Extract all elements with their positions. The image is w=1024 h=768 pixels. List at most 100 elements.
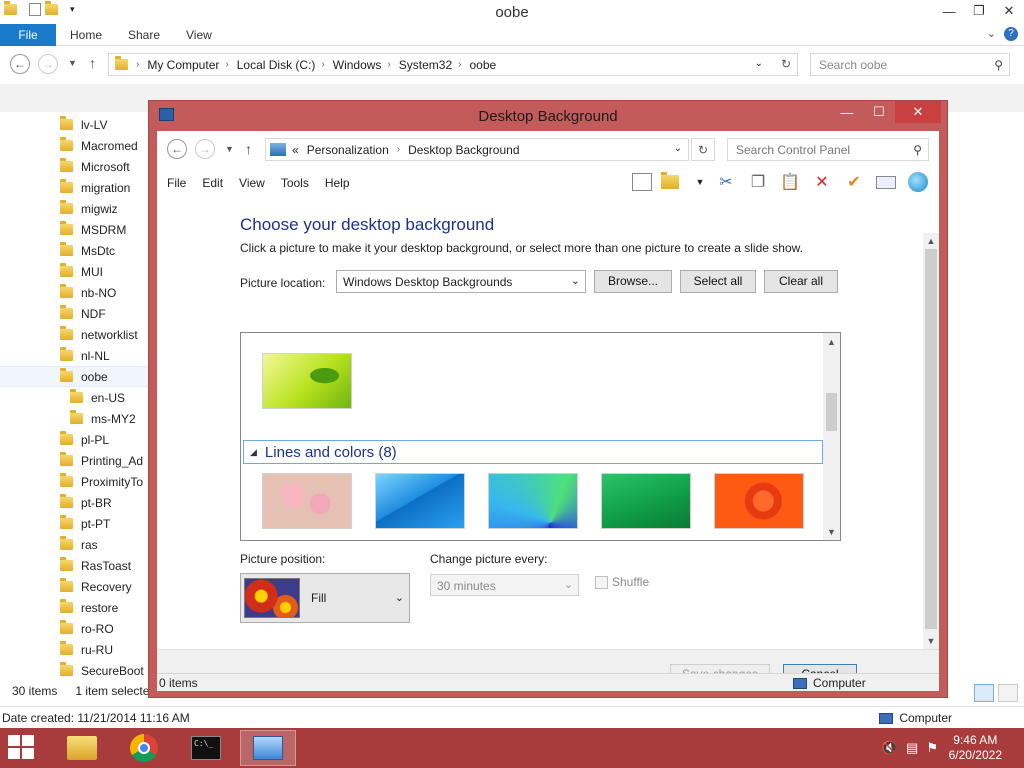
- wallpaper-thumbnail-pink[interactable]: [262, 473, 352, 529]
- folder-item[interactable]: Recovery: [0, 576, 148, 597]
- folder-item[interactable]: MSDRM: [0, 219, 148, 240]
- up-icon[interactable]: ↑: [89, 55, 96, 71]
- scroll-thumb[interactable]: [826, 393, 837, 431]
- folder-item[interactable]: migration: [0, 177, 148, 198]
- control-panel-search-input[interactable]: Search Control Panel ⚲: [727, 138, 929, 161]
- properties-icon[interactable]: [875, 171, 897, 193]
- back-button[interactable]: ←: [10, 54, 30, 74]
- breadcrumb-item[interactable]: System32: [399, 58, 452, 72]
- close-icon[interactable]: ✕: [994, 0, 1024, 22]
- folder-item[interactable]: pt-BR: [0, 492, 148, 513]
- check-icon[interactable]: ✔: [843, 171, 865, 193]
- tab-home[interactable]: Home: [70, 28, 102, 42]
- folder-item[interactable]: MUI: [0, 261, 148, 282]
- wallpaper-thumbnail-blue-petals[interactable]: [488, 473, 578, 529]
- maximize-icon[interactable]: ☐: [863, 101, 895, 123]
- browse-button[interactable]: Browse...: [594, 270, 672, 293]
- folder-item[interactable]: nb-NO: [0, 282, 148, 303]
- wallpaper-thumbnail-blue-lines[interactable]: [375, 473, 465, 529]
- picture-location-select[interactable]: Windows Desktop Backgrounds ⌄: [336, 270, 586, 293]
- close-icon[interactable]: ✕: [895, 101, 941, 123]
- scroll-up-icon[interactable]: ▲: [923, 233, 939, 249]
- start-button[interactable]: [8, 735, 36, 761]
- forward-button[interactable]: →: [38, 54, 58, 74]
- layout-pane-icon[interactable]: [631, 171, 653, 193]
- folder-item[interactable]: ms-MY2: [0, 408, 148, 429]
- dialog-address-bar[interactable]: « Personalization › Desktop Background ⌄: [265, 138, 689, 161]
- folder-item[interactable]: pl-PL: [0, 429, 148, 450]
- checkbox-icon[interactable]: [595, 575, 608, 589]
- folder-item[interactable]: MsDtc: [0, 240, 148, 261]
- folder-item[interactable]: nl-NL: [0, 345, 148, 366]
- folder-item[interactable]: migwiz: [0, 198, 148, 219]
- menu-help[interactable]: Help: [325, 176, 350, 190]
- refresh-icon[interactable]: ↻: [691, 138, 715, 161]
- taskbar-control-panel[interactable]: [240, 730, 296, 766]
- network-icon[interactable]: ▤: [906, 740, 918, 756]
- dialog-scrollbar[interactable]: ▲ ▼: [923, 233, 939, 649]
- collapse-triangle-icon[interactable]: ◢: [250, 447, 257, 458]
- folder-item[interactable]: Printing_Ad: [0, 450, 148, 471]
- address-dropdown-icon[interactable]: ⌄: [755, 58, 763, 69]
- folder-item[interactable]: pt-PT: [0, 513, 148, 534]
- folder-item[interactable]: NDF: [0, 303, 148, 324]
- restore-icon[interactable]: ❐: [964, 0, 994, 22]
- menu-edit[interactable]: Edit: [202, 176, 223, 190]
- folder-item[interactable]: RasToast: [0, 555, 148, 576]
- expand-ribbon-icon[interactable]: ⌄: [987, 27, 996, 41]
- large-icons-view-icon[interactable]: [998, 684, 1018, 702]
- folder-item[interactable]: en-US: [0, 387, 148, 408]
- folder-item[interactable]: lv-LV: [0, 114, 148, 135]
- breadcrumb-item[interactable]: Desktop Background: [408, 143, 519, 157]
- menu-view[interactable]: View: [239, 176, 265, 190]
- minimize-icon[interactable]: —: [831, 101, 863, 123]
- shuffle-checkbox[interactable]: Shuffle: [595, 575, 649, 589]
- tab-view[interactable]: View: [186, 28, 212, 42]
- minimize-icon[interactable]: —: [934, 0, 964, 22]
- up-icon[interactable]: ↑: [245, 141, 252, 157]
- taskbar-file-explorer[interactable]: [54, 730, 110, 766]
- change-picture-interval-select[interactable]: 30 minutes ⌄: [430, 574, 579, 596]
- menu-tools[interactable]: Tools: [281, 176, 309, 190]
- address-dropdown-icon[interactable]: ⌄: [674, 143, 682, 154]
- scroll-up-icon[interactable]: ▲: [823, 333, 840, 350]
- recent-locations-icon[interactable]: ▼: [68, 58, 77, 68]
- refresh-icon[interactable]: ↻: [781, 57, 791, 71]
- breadcrumb-item[interactable]: oobe: [469, 58, 496, 72]
- explorer-address-bar[interactable]: › My Computer › Local Disk (C:) › Window…: [108, 53, 798, 76]
- breadcrumb-item[interactable]: My Computer: [147, 58, 219, 72]
- help-icon[interactable]: ?: [1004, 27, 1018, 41]
- folder-item[interactable]: Microsoft: [0, 156, 148, 177]
- folder-item[interactable]: SecureBoot: [0, 660, 148, 680]
- folder-item[interactable]: Macromed: [0, 135, 148, 156]
- scroll-thumb[interactable]: [925, 249, 937, 629]
- breadcrumb-item[interactable]: Local Disk (C:): [237, 58, 316, 72]
- tab-share[interactable]: Share: [128, 28, 160, 42]
- folder-options-icon[interactable]: [661, 171, 685, 193]
- wallpaper-thumbnail-green[interactable]: [262, 353, 352, 409]
- action-center-icon[interactable]: ⚑: [926, 740, 938, 756]
- tab-file[interactable]: File: [0, 24, 56, 46]
- cut-icon[interactable]: ✂: [715, 171, 737, 193]
- breadcrumb-overflow-icon[interactable]: «: [292, 143, 299, 157]
- volume-muted-icon[interactable]: 🔇: [882, 740, 898, 756]
- picture-position-select[interactable]: Fill ⌄: [240, 573, 410, 623]
- folder-item[interactable]: ro-RO: [0, 618, 148, 639]
- forward-button[interactable]: →: [195, 139, 215, 159]
- scroll-down-icon[interactable]: ▼: [823, 523, 840, 540]
- folder-item[interactable]: ru-RU: [0, 639, 148, 660]
- wallpaper-thumbnail-orange[interactable]: [714, 473, 804, 529]
- paste-icon[interactable]: 📋: [779, 171, 801, 193]
- delete-icon[interactable]: ✕: [811, 171, 833, 193]
- folder-item[interactable]: networklist: [0, 324, 148, 345]
- taskbar-clock[interactable]: 9:46 AM 6/20/2022: [949, 733, 1002, 763]
- shell-icon[interactable]: [907, 171, 929, 193]
- wallpaper-thumbnail-green-stripes[interactable]: [601, 473, 691, 529]
- menu-file[interactable]: File: [167, 176, 186, 190]
- group-header-lines-and-colors[interactable]: ◢ Lines and colors (8): [243, 440, 823, 464]
- scroll-down-icon[interactable]: ▼: [923, 633, 939, 649]
- recent-pages-icon[interactable]: ▼: [225, 144, 234, 154]
- clear-all-button[interactable]: Clear all: [764, 270, 838, 293]
- folder-item[interactable]: ras: [0, 534, 148, 555]
- details-view-icon[interactable]: [974, 684, 994, 702]
